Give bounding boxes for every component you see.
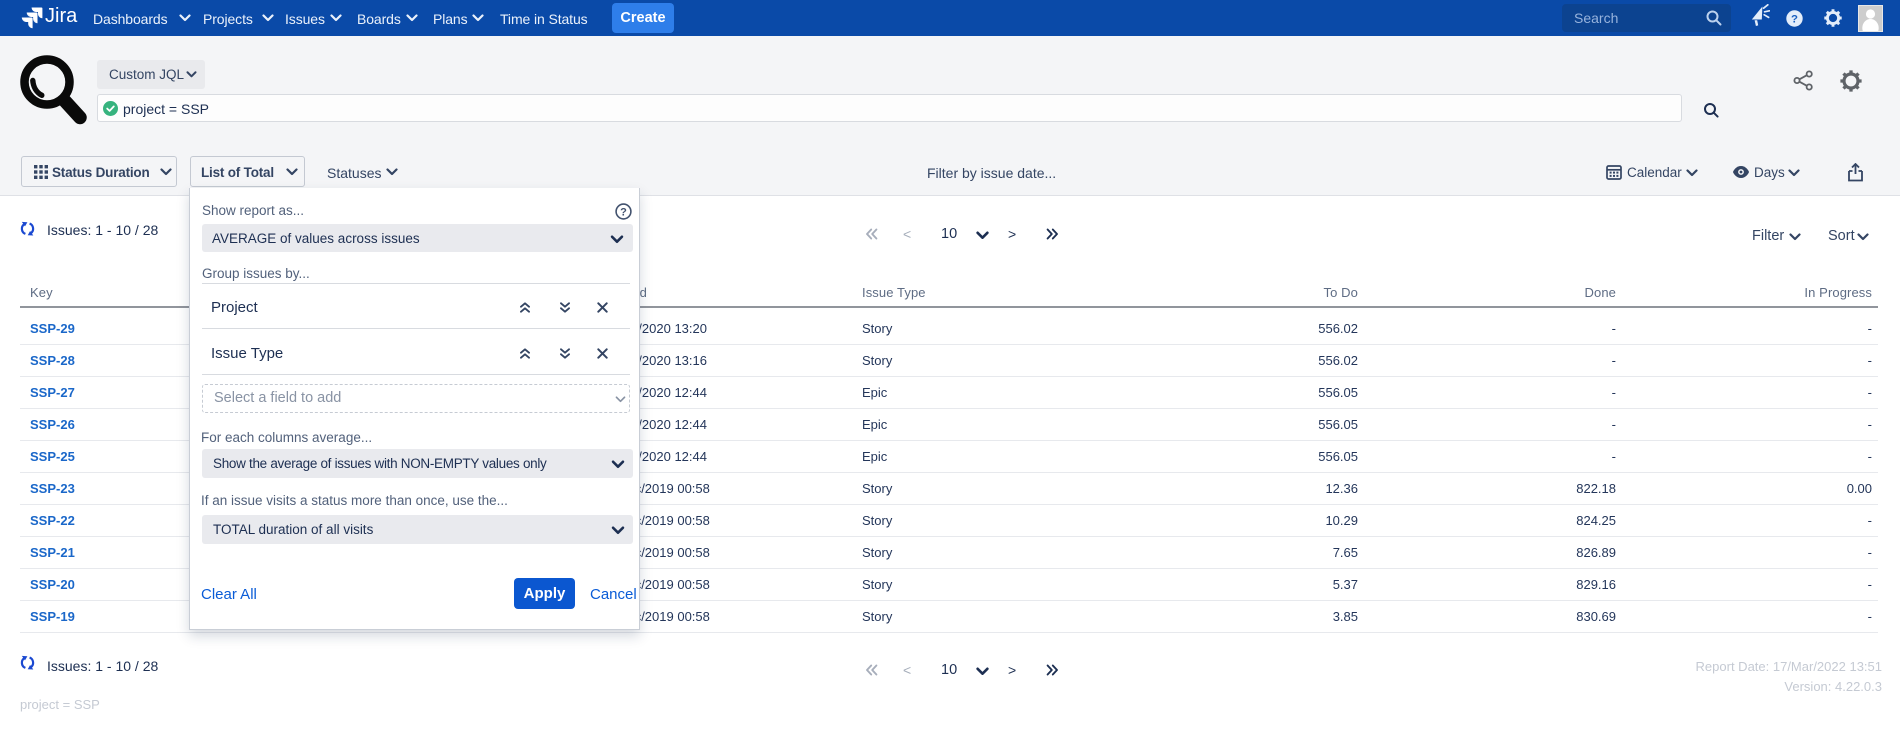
svg-text:?: ? bbox=[620, 207, 627, 219]
svg-text:?: ? bbox=[1791, 14, 1798, 26]
